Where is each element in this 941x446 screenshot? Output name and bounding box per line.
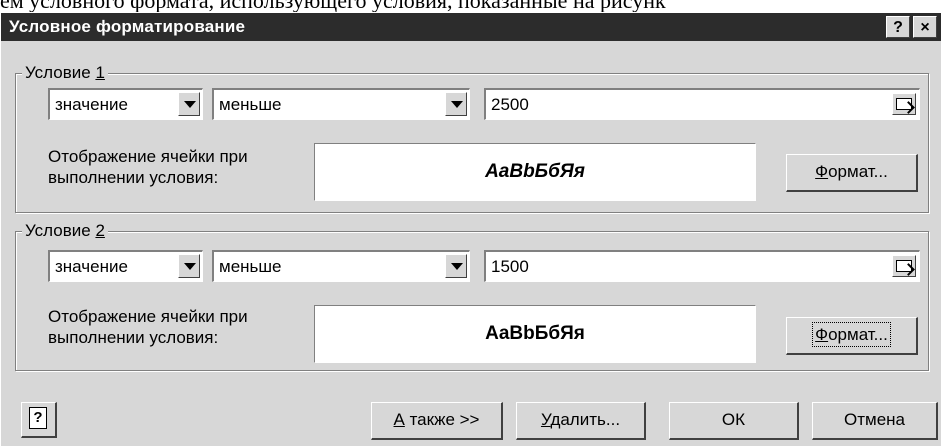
cancel-button[interactable]: Отмена [812,402,938,440]
condition-1-value-input[interactable]: 2500 [484,88,920,120]
title-bar: Условное форматирование ? × [1,13,941,41]
condition-1-type-value: значение [55,95,128,114]
chevron-down-icon[interactable] [178,92,200,116]
background-document-text: ем условного формата, использующего усло… [0,0,941,12]
range-select-icon[interactable] [892,255,916,277]
condition-2-value-input[interactable]: 1500 [484,250,920,282]
condition-2-group: Условие 2 значение меньше 1500 Отображен… [15,221,929,371]
condition-1-operator-dropdown[interactable]: меньше [212,88,470,120]
condition-2-format-preview: AaBbБбЯя [314,305,756,363]
condition-1-format-preview: AaBbБбЯя [314,143,756,201]
condition-2-operator-value: меньше [219,257,282,276]
condition-2-type-value: значение [55,257,128,276]
title-help-button[interactable]: ? [886,16,910,38]
range-select-icon[interactable] [892,93,916,115]
chevron-down-icon[interactable] [445,92,467,116]
condition-1-value-text: 2500 [491,95,529,114]
delete-button[interactable]: Удалить... [516,402,646,440]
condition-2-value-text: 1500 [491,257,529,276]
condition-2-number: 2 [95,221,105,240]
condition-1-operator-value: меньше [219,95,282,114]
chevron-down-icon[interactable] [178,254,200,278]
condition-1-format-button[interactable]: Формат... [786,154,918,192]
condition-1-preview-label: Отображение ячейки при выполнении услови… [48,147,248,187]
condition-2-legend: Условие 2 [22,221,108,241]
condition-1-number: 1 [95,63,105,82]
chevron-down-icon[interactable] [445,254,467,278]
condition-1-group: Условие 1 значение меньше 2500 Отображен… [15,63,929,213]
condition-2-preview-label: Отображение ячейки при выполнении услови… [48,307,248,347]
close-button[interactable]: × [913,16,937,38]
help-icon[interactable] [21,402,57,438]
condition-2-format-button[interactable]: Формат... [786,317,918,355]
dialog-title: Условное форматирование [9,17,246,36]
condition-1-type-dropdown[interactable]: значение [48,88,203,120]
also-button[interactable]: А также >> [371,402,503,440]
ok-button[interactable]: ОК [669,402,799,440]
condition-1-legend: Условие 1 [22,63,108,83]
condition-2-operator-dropdown[interactable]: меньше [212,250,470,282]
conditional-formatting-dialog: Условное форматирование ? × Условие 1 зн… [0,13,941,446]
condition-2-type-dropdown[interactable]: значение [48,250,203,282]
